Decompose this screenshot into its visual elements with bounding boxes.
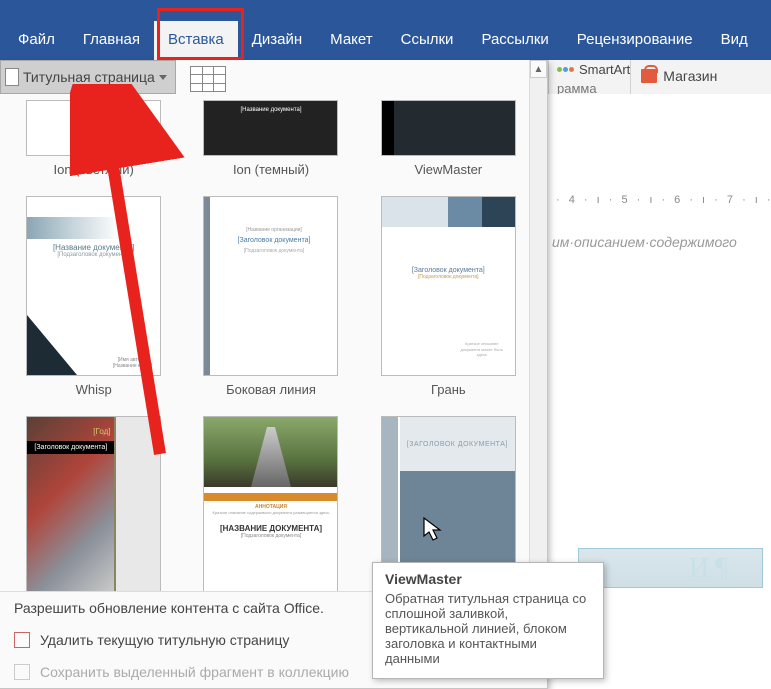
tab-design[interactable]: Дизайн <box>238 21 316 60</box>
tab-insert[interactable]: Вставка <box>154 21 238 60</box>
store-icon <box>641 69 657 83</box>
cover-page-button[interactable]: Титульная страница <box>0 60 176 94</box>
tooltip-viewmaster: ViewMaster Обратная титульная страница с… <box>372 562 604 679</box>
tab-mailings[interactable]: Рассылки <box>467 21 562 60</box>
tab-file[interactable]: Файл <box>4 21 69 60</box>
gallery-item-motion[interactable]: [Год] [Заголовок документа] Движение <box>20 416 167 617</box>
cover-page-label: Титульная страница <box>23 69 155 85</box>
save-fragment-icon <box>14 664 30 680</box>
tab-layout[interactable]: Макет <box>316 21 386 60</box>
doc-hint-text: им·описанием·содержимого <box>548 214 771 270</box>
doc-pilcrow-block: И¶ <box>578 548 763 588</box>
smartart-icon <box>557 63 575 77</box>
tab-review[interactable]: Рецензирование <box>563 21 707 60</box>
tab-references[interactable]: Ссылки <box>387 21 468 60</box>
gallery-item-whisp[interactable]: [Название документа] [Подзаголовок докум… <box>20 196 167 397</box>
tab-view[interactable]: Вид <box>707 21 762 60</box>
scroll-up-icon[interactable]: ▲ <box>530 60 547 78</box>
page-icon <box>5 68 19 86</box>
ribbon-tabs: Файл Главная Вставка Дизайн Макет Ссылки… <box>0 0 771 60</box>
gallery-item-ion-dark[interactable]: [Название документа] Ion (темный) <box>197 100 344 177</box>
tooltip-title: ViewMaster <box>385 571 591 587</box>
tab-home[interactable]: Главная <box>69 21 154 60</box>
toolbar-peek <box>190 66 226 92</box>
chevron-down-icon <box>159 75 167 80</box>
table-icon[interactable] <box>190 66 226 92</box>
gallery-scrollbar[interactable]: ▲ ▼ <box>529 60 547 630</box>
gallery-item-viewmaster[interactable]: ViewMaster <box>375 100 522 177</box>
tooltip-body: Обратная титульная страница со сплошной … <box>385 591 591 666</box>
store-button[interactable]: Магазин <box>641 64 771 88</box>
smartart-button[interactable]: SmartArt <box>557 62 630 77</box>
gallery-item-facet[interactable]: [Заголовок документа] [Подзаголовок доку… <box>375 196 522 397</box>
gallery-item-integral[interactable]: АННОТАЦИЯ Краткое описание содержимого д… <box>197 416 344 617</box>
ruler: · 4 · ı · 5 · ı · 6 · ı · 7 · ı · 8 · ı … <box>548 194 771 214</box>
gallery-item-ion-light[interactable]: Ion (светлый) <box>20 100 167 177</box>
gallery-item-sideline[interactable]: [Название организации] [Заголовок докуме… <box>197 196 344 397</box>
delete-page-icon <box>14 632 30 648</box>
